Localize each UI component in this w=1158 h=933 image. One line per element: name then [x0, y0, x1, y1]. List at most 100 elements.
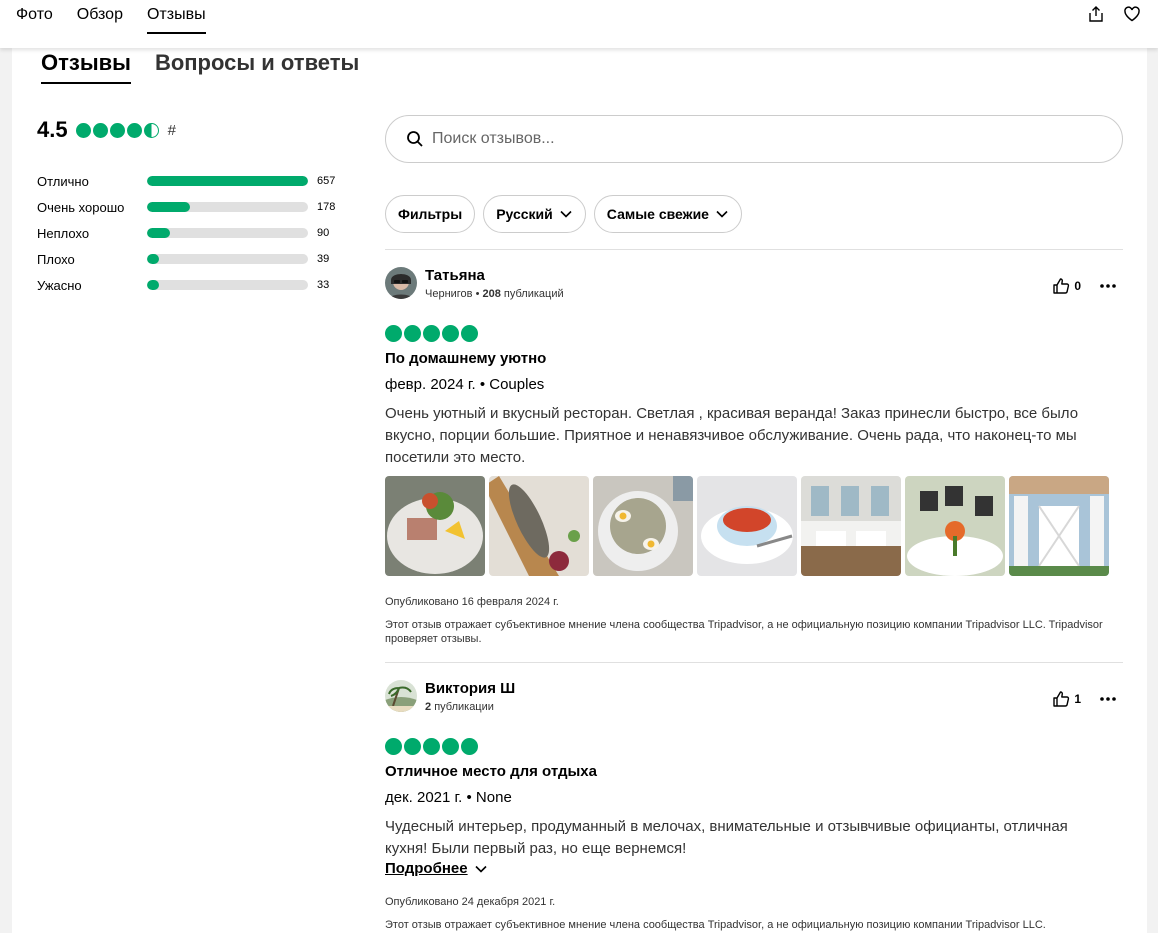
top-icons	[1086, 4, 1142, 24]
dist-count: 39	[317, 253, 330, 265]
filter-bar: Фильтры Русский Самые свежие	[385, 195, 1123, 233]
review-header: Виктория Ш 2 публикации	[385, 680, 515, 713]
rating-value: 4.5	[37, 117, 68, 142]
sort-label: Самые свежие	[606, 206, 709, 222]
rating-bubble	[461, 325, 478, 342]
review-disclaimer: Этот отзыв отражает субъективное мнение …	[385, 619, 1103, 645]
rating-bubbles	[75, 122, 159, 138]
review-photo[interactable]	[385, 476, 485, 576]
review-date: дек. 2021 г. • None	[385, 789, 512, 806]
review-photo[interactable]	[801, 476, 901, 576]
section-tabs: Отзывы Вопросы и ответы	[41, 50, 359, 84]
search-input[interactable]	[432, 130, 1072, 148]
rating-bubble	[423, 325, 440, 342]
dist-fill	[147, 228, 170, 238]
like-button[interactable]: 1	[1052, 690, 1081, 708]
rating-bubble	[461, 738, 478, 755]
dist-fill	[147, 254, 159, 264]
dist-row-poor[interactable]: Плохо 39	[37, 246, 357, 272]
rating-bubble	[75, 122, 91, 138]
rating-bubble	[442, 325, 459, 342]
filters-button[interactable]: Фильтры	[385, 195, 476, 233]
section-tab-reviews[interactable]: Отзывы	[41, 50, 131, 84]
avatar[interactable]	[385, 680, 417, 712]
rating-bubble	[423, 738, 440, 755]
review-rating-bubbles	[385, 738, 478, 755]
review-photo[interactable]	[697, 476, 797, 576]
more-options-icon[interactable]	[1099, 696, 1117, 702]
like-button[interactable]: 0	[1052, 277, 1081, 295]
review-card: Татьяна Чернигов • 208 публикаций 0 По д…	[385, 249, 1123, 662]
user-info: Татьяна Чернигов • 208 публикаций	[425, 267, 564, 300]
review-disclaimer: Этот отзыв отражает субъективное мнение …	[385, 919, 1046, 931]
language-dropdown[interactable]: Русский	[483, 195, 586, 233]
dist-fill	[147, 176, 308, 186]
user-location: Чернигов	[425, 288, 473, 300]
language-label: Русский	[496, 206, 553, 222]
review-actions: 0	[1052, 277, 1117, 295]
tab-overview[interactable]: Обзор	[77, 6, 123, 34]
like-count: 1	[1074, 692, 1081, 706]
dist-count: 178	[317, 201, 336, 213]
review-photo[interactable]	[905, 476, 1005, 576]
dist-bar	[147, 254, 308, 264]
chevron-down-icon	[475, 865, 487, 873]
reviews-panel: Отзывы Вопросы и ответы 4.5 # Отлично 65…	[12, 40, 1147, 933]
rating-bubble	[442, 738, 459, 755]
dist-row-terrible[interactable]: Ужасно 33	[37, 272, 357, 298]
like-count: 0	[1074, 279, 1081, 293]
dist-fill	[147, 202, 191, 212]
dist-count: 33	[317, 279, 330, 291]
dist-row-average[interactable]: Неплохо 90	[37, 220, 357, 246]
dist-bar	[147, 202, 308, 212]
review-text: Очень уютный и вкусный ресторан. Светлая…	[385, 405, 1079, 466]
dist-row-excellent[interactable]: Отлично 657	[37, 168, 357, 194]
review-photo[interactable]	[1009, 476, 1109, 576]
share-icon[interactable]	[1086, 4, 1106, 24]
user-name[interactable]: Виктория Ш	[425, 680, 515, 698]
avatar[interactable]	[385, 267, 417, 299]
published-date: Опубликовано 24 декабря 2021 г.	[385, 896, 556, 908]
rating-bubble	[126, 122, 142, 138]
review-actions: 1	[1052, 690, 1117, 708]
review-photo[interactable]	[489, 476, 589, 576]
dist-bar	[147, 176, 308, 186]
section-tab-qa[interactable]: Вопросы и ответы	[155, 50, 359, 84]
dist-count: 90	[317, 227, 330, 239]
dist-fill	[147, 280, 159, 290]
user-meta: 2 публикации	[425, 701, 515, 713]
user-pubs-count: 2	[425, 701, 432, 713]
dist-label: Плохо	[37, 251, 75, 267]
rating-bubble	[109, 122, 125, 138]
rating-distribution: Отлично 657 Очень хорошо 178 Неплохо 90 …	[37, 168, 357, 298]
dist-bar	[147, 280, 308, 290]
review-header: Татьяна Чернигов • 208 публикаций	[385, 267, 564, 300]
more-options-icon[interactable]	[1099, 283, 1117, 289]
dist-label: Отлично	[37, 173, 89, 189]
dist-row-very-good[interactable]: Очень хорошо 178	[37, 194, 357, 220]
heart-icon[interactable]	[1122, 4, 1142, 24]
tab-reviews[interactable]: Отзывы	[146, 6, 206, 34]
read-more-link[interactable]: Подробнее	[385, 860, 488, 877]
user-pubs-label: публикации	[434, 701, 494, 713]
review-text: Чудесный интерьер, продуманный в мелочах…	[385, 818, 1068, 857]
top-nav: Фото Обзор Отзывы	[16, 6, 206, 34]
user-name[interactable]: Татьяна	[425, 267, 564, 285]
review-title[interactable]: По домашнему уютно	[385, 350, 546, 367]
rating-bubble	[385, 738, 402, 755]
user-pubs-label: публикаций	[503, 288, 564, 300]
chevron-down-icon	[716, 210, 728, 218]
review-photo[interactable]	[593, 476, 693, 576]
search-box[interactable]	[385, 115, 1123, 163]
review-title[interactable]: Отличное место для отдыха	[385, 763, 597, 780]
review-rating-bubbles	[385, 325, 478, 342]
rating-summary: 4.5 # Отлично 657 Очень хорошо 178 Непло…	[37, 117, 357, 298]
tab-photos[interactable]: Фото	[16, 6, 53, 34]
rating-bubble	[404, 738, 421, 755]
chevron-down-icon	[560, 210, 572, 218]
dist-label: Неплохо	[37, 225, 90, 241]
rating-bubble-half	[143, 122, 159, 138]
sort-dropdown[interactable]: Самые свежие	[593, 195, 742, 233]
thumbs-up-icon	[1053, 278, 1070, 294]
rating-bubble	[404, 325, 421, 342]
